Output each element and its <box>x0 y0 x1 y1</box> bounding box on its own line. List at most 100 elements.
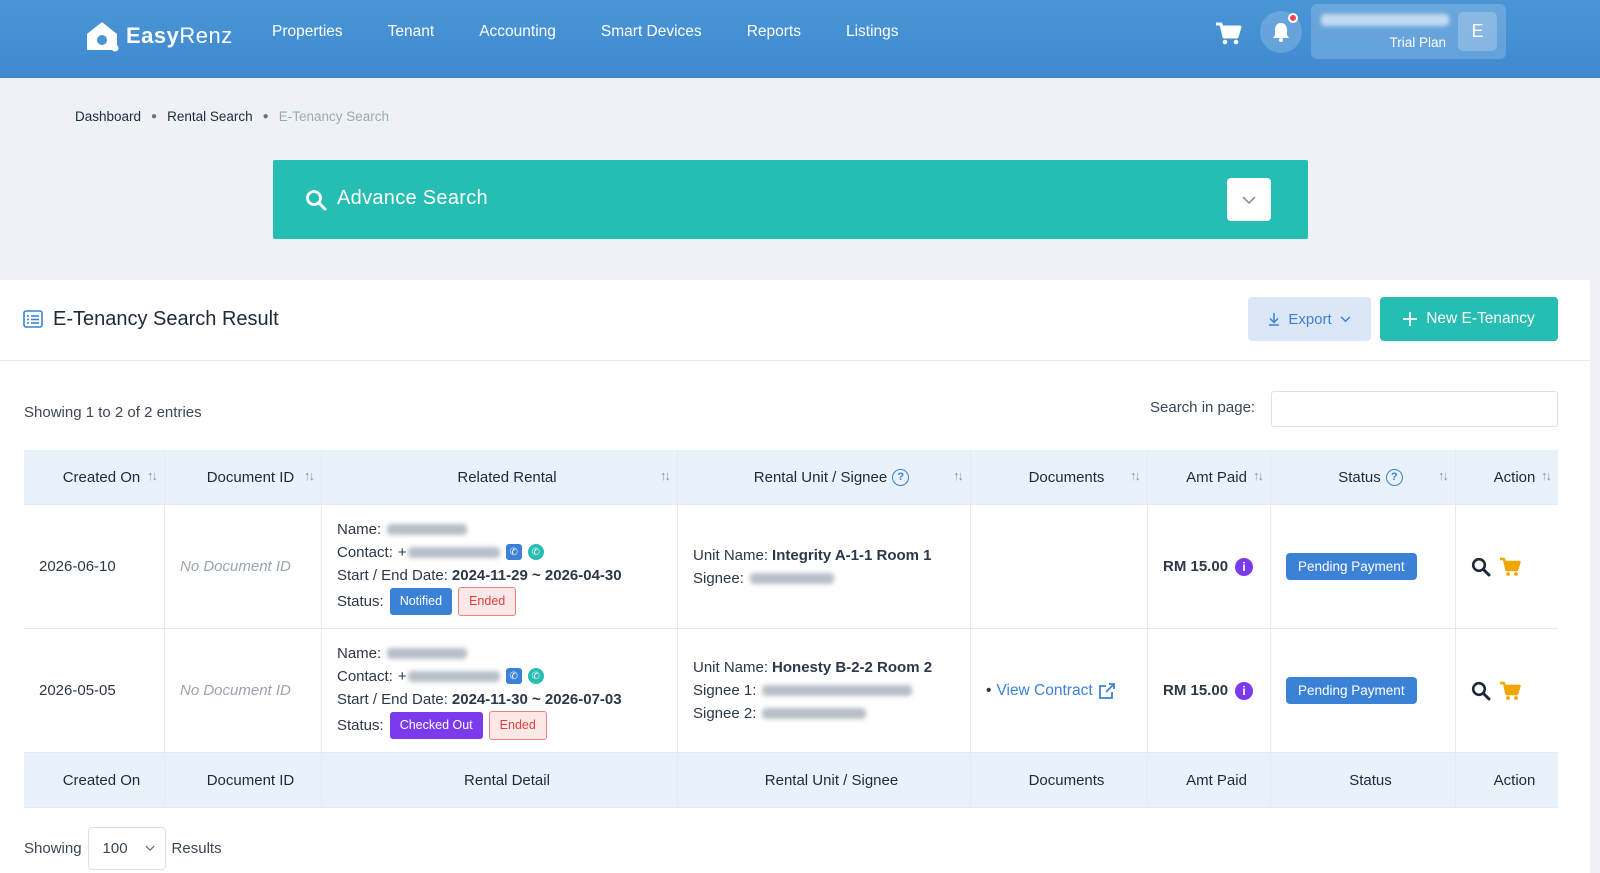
sort-icon[interactable]: ↑↓ <box>1541 468 1552 483</box>
action-cell <box>1456 505 1558 628</box>
signee-2-label: Signee 2: <box>693 705 757 722</box>
amount-value: RM 15.00 <box>1163 558 1229 575</box>
page-size-value: 100 <box>102 840 128 857</box>
sort-icon[interactable]: ↑↓ <box>1438 468 1449 483</box>
foot-documents: Documents <box>971 753 1148 807</box>
avatar[interactable]: E <box>1458 12 1497 51</box>
panel-header: E-Tenancy Search Result Export New E-Ten… <box>0 280 1590 361</box>
sort-icon[interactable]: ↑↓ <box>1130 468 1141 483</box>
redacted-signee <box>762 685 913 696</box>
redacted-name <box>387 523 468 535</box>
unit-name: Integrity A-1-1 Room 1 <box>772 546 932 564</box>
logo-text: Easy <box>126 23 180 48</box>
phone-icon[interactable]: ✆ <box>505 544 522 560</box>
col-rental-unit-signee[interactable]: Rental Unit / Signee? ↑↓ <box>678 450 971 504</box>
app-logo[interactable]: EasyRenz <box>84 16 233 56</box>
col-created-on[interactable]: Created On ↑↓ <box>24 450 165 504</box>
rental-unit-cell: Unit Name: Integrity A-1-1 Room 1 Signee: <box>678 505 971 628</box>
nav-listings[interactable]: Listings <box>846 23 899 41</box>
showing-label: Showing <box>24 840 82 857</box>
signee-1-label: Signee 1: <box>693 682 757 699</box>
created-on-cell: 2026-06-10 <box>24 505 165 628</box>
unit-label: Unit Name: <box>693 546 769 564</box>
breadcrumb-separator: ● <box>151 111 158 122</box>
status-badge: Ended <box>488 710 547 740</box>
user-menu[interactable]: Trial Plan E <box>1311 4 1506 59</box>
nav-properties[interactable]: Properties <box>272 23 343 41</box>
main-nav: Properties Tenant Accounting Smart Devic… <box>272 0 899 64</box>
contact-prefix: + <box>397 543 407 561</box>
foot-rental-detail: Rental Detail <box>322 753 678 807</box>
foot-rental-unit-signee: Rental Unit / Signee <box>678 753 971 807</box>
search-in-page-input[interactable] <box>1271 391 1558 427</box>
status-label: Status: <box>337 716 384 734</box>
foot-status: Status <box>1271 753 1456 807</box>
pending-payment-badge: Pending Payment <box>1286 553 1417 580</box>
status-label: Status: <box>337 592 384 610</box>
sort-icon[interactable]: ↑↓ <box>660 468 671 483</box>
document-id-cell: No Document ID <box>165 505 322 628</box>
new-e-tenancy-label: New E-Tenancy <box>1426 310 1535 327</box>
amt-paid-cell: RM 15.00 i <box>1148 505 1271 628</box>
col-amt-paid[interactable]: Amt Paid ↑↓ <box>1148 450 1271 504</box>
redacted-name <box>387 647 468 659</box>
notification-bell-icon[interactable] <box>1260 11 1302 53</box>
info-icon[interactable]: i <box>1235 557 1254 576</box>
table-footer-row: Created On Document ID Rental Detail Ren… <box>24 753 1558 808</box>
rental-dates: 2024-11-30 ~ 2026-07-03 <box>451 690 622 708</box>
cart-icon[interactable] <box>1213 18 1243 48</box>
page-size-select[interactable]: 100 <box>87 827 166 870</box>
search-icon[interactable] <box>1471 681 1491 701</box>
col-related-rental[interactable]: Related Rental ↑↓ <box>322 450 678 504</box>
nav-accounting[interactable]: Accounting <box>479 23 556 41</box>
nav-smart-devices[interactable]: Smart Devices <box>601 23 702 41</box>
table-header-row: Created On ↑↓ Document ID ↑↓ Related Renta… <box>24 450 1558 505</box>
user-plan: Trial Plan <box>1389 35 1446 50</box>
info-icon[interactable]: i <box>1235 681 1254 700</box>
results-table: Created On ↑↓ Document ID ↑↓ Related Renta… <box>24 450 1558 808</box>
redacted-signee <box>762 708 867 719</box>
export-button[interactable]: Export <box>1248 297 1371 341</box>
nav-tenant[interactable]: Tenant <box>388 23 435 41</box>
breadcrumb-rental-search[interactable]: Rental Search <box>167 109 253 124</box>
sort-icon[interactable]: ↑↓ <box>1253 468 1264 483</box>
plus-icon <box>1403 312 1418 326</box>
phone-icon[interactable]: ✆ <box>505 668 522 684</box>
related-rental-cell: Name: Contact: + ✆ ✆ Start / End Date: 2024-… <box>322 505 678 628</box>
redacted-contact <box>407 546 500 558</box>
sort-icon[interactable]: ↑↓ <box>304 468 315 483</box>
col-label: Rental Unit / Signee <box>753 468 888 486</box>
created-on-cell: 2026-05-05 <box>24 629 165 752</box>
sort-icon[interactable]: ↑↓ <box>147 468 158 483</box>
sort-icon[interactable]: ↑↓ <box>953 468 964 483</box>
cart-icon[interactable] <box>1499 681 1521 701</box>
advance-search-toggle-button[interactable] <box>1227 178 1271 221</box>
nav-reports[interactable]: Reports <box>747 23 801 41</box>
action-cell <box>1456 629 1558 752</box>
breadcrumb-dashboard[interactable]: Dashboard <box>75 109 141 124</box>
house-logo-icon <box>87 22 119 52</box>
new-e-tenancy-button[interactable]: New E-Tenancy <box>1380 297 1558 341</box>
help-icon[interactable]: ? <box>1385 468 1403 486</box>
cart-icon[interactable] <box>1499 557 1521 577</box>
whatsapp-icon[interactable]: ✆ <box>527 544 544 560</box>
col-label: Document ID <box>206 468 295 486</box>
notification-dot <box>1288 13 1298 23</box>
advance-search-bar[interactable]: Advance Search <box>273 160 1308 239</box>
name-label: Name: <box>337 520 382 538</box>
page-size-control: Showing 100 Results <box>24 827 222 870</box>
status-cell: Pending Payment <box>1271 629 1456 752</box>
foot-document-id: Document ID <box>165 753 322 807</box>
status-badge: Notified <box>389 587 453 615</box>
view-contract-link[interactable]: • View Contract <box>986 682 1147 700</box>
col-status[interactable]: Status? ↑↓ <box>1271 450 1456 504</box>
col-document-id[interactable]: Document ID ↑↓ <box>165 450 322 504</box>
whatsapp-icon[interactable]: ✆ <box>527 668 544 684</box>
col-documents[interactable]: Documents ↑↓ <box>971 450 1148 504</box>
amount-value: RM 15.00 <box>1163 682 1229 699</box>
list-icon <box>23 310 43 328</box>
col-action[interactable]: Action ↑↓ <box>1456 450 1558 504</box>
search-icon[interactable] <box>1471 557 1491 577</box>
help-icon[interactable]: ? <box>892 468 910 486</box>
export-label: Export <box>1288 310 1332 328</box>
